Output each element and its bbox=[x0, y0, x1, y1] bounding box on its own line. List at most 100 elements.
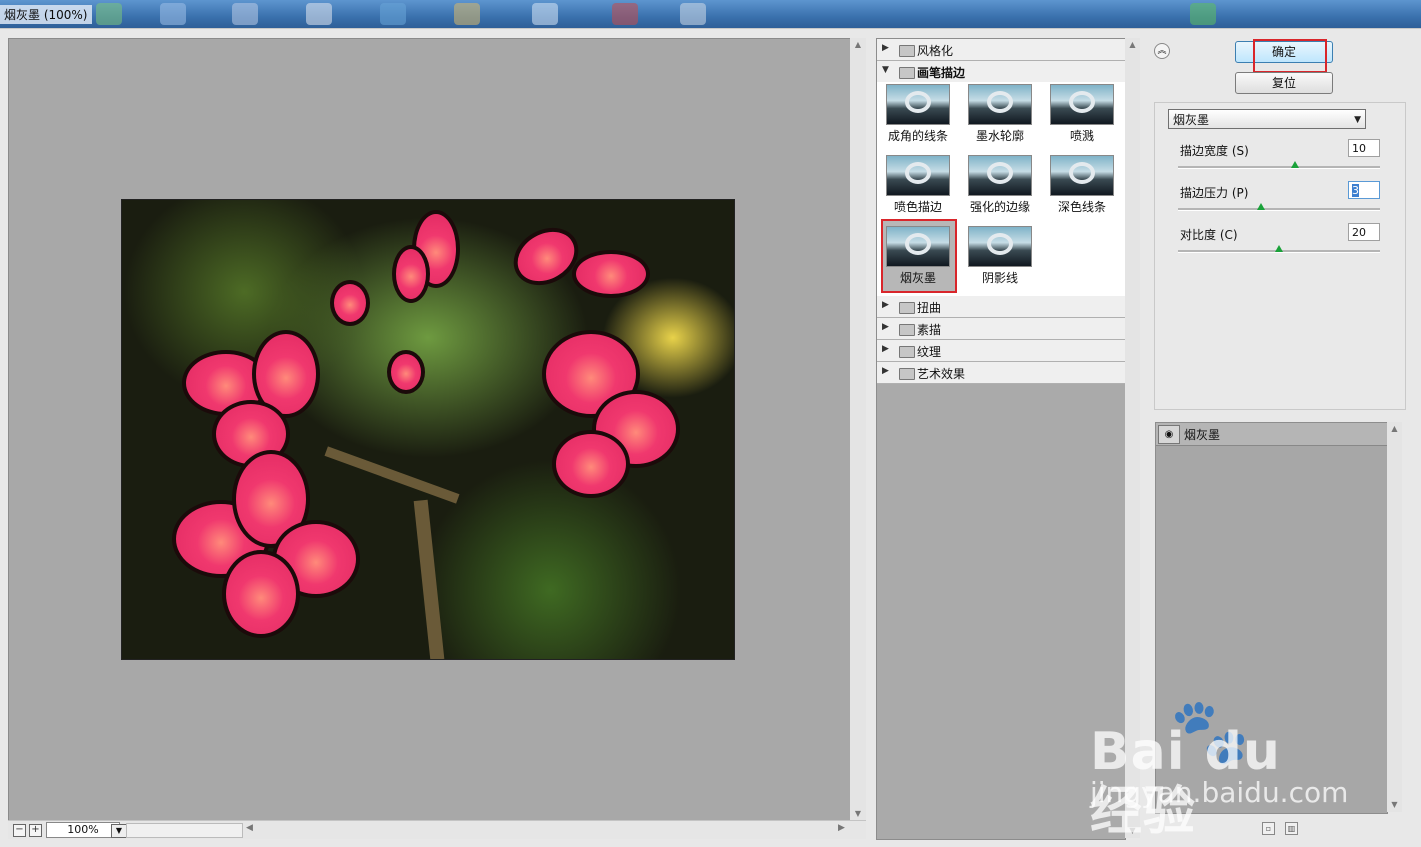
reset-button[interactable]: 复位 bbox=[1235, 72, 1333, 94]
scroll-down-icon[interactable]: ▼ bbox=[1387, 798, 1402, 812]
slider-knob-icon[interactable] bbox=[1256, 203, 1265, 210]
category-artistic[interactable]: ▶ 艺术效果 bbox=[877, 362, 1125, 384]
scroll-up-icon[interactable]: ▲ bbox=[850, 38, 866, 52]
scroll-down-icon[interactable]: ▼ bbox=[850, 807, 866, 821]
filter-thumb-angled-strokes[interactable]: 成角的线条 bbox=[886, 84, 950, 154]
contrast-label: 对比度 (C) bbox=[1180, 228, 1238, 242]
taskbar-icon bbox=[680, 3, 706, 25]
expand-arrow-icon[interactable]: ▶ bbox=[882, 300, 889, 310]
expand-arrow-icon[interactable]: ▶ bbox=[882, 43, 889, 53]
folder-open-icon bbox=[899, 67, 915, 79]
filter-preview-image bbox=[886, 84, 950, 125]
filter-thumb-label: 深色线条 bbox=[1057, 200, 1106, 214]
flower-bud bbox=[330, 280, 370, 326]
scroll-left-icon[interactable]: ◀ bbox=[246, 823, 253, 833]
watermark-url: jingyan.baidu.com bbox=[1090, 776, 1349, 809]
expand-arrow-icon[interactable]: ▶ bbox=[882, 366, 889, 376]
scroll-right-icon[interactable]: ▶ bbox=[838, 823, 845, 833]
folder-icon bbox=[899, 45, 915, 57]
effect-layer-row[interactable]: ◉ 烟灰墨 bbox=[1156, 423, 1387, 446]
taskbar-icon bbox=[160, 3, 186, 25]
category-brush-strokes[interactable]: ▼ 画笔描边 bbox=[877, 61, 1125, 83]
folder-icon bbox=[899, 302, 915, 314]
taskbar-icon bbox=[532, 3, 558, 25]
flower-stem bbox=[413, 499, 445, 659]
zoom-out-button[interactable]: − bbox=[13, 824, 26, 837]
category-label: 扭曲 bbox=[917, 301, 942, 315]
slider-knob-icon[interactable] bbox=[1275, 245, 1283, 252]
filter-thumbnails: 成角的线条 墨水轮廓 喷溅 喷色描边 强化的边缘 深色线条 烟灰墨 阴影线 bbox=[877, 82, 1125, 296]
stroke-pressure-slider[interactable] bbox=[1178, 203, 1380, 211]
filter-preview-image bbox=[968, 84, 1032, 125]
folder-icon bbox=[899, 324, 915, 336]
category-texture[interactable]: ▶ 纹理 bbox=[877, 340, 1125, 362]
ok-button[interactable]: 确定 bbox=[1235, 41, 1333, 63]
preview-horizontal-scrollbar[interactable] bbox=[126, 823, 243, 838]
filter-thumb-label: 喷色描边 bbox=[893, 200, 942, 214]
filter-thumb-sumi-e[interactable]: 烟灰墨 bbox=[886, 226, 950, 296]
scroll-up-icon[interactable]: ▲ bbox=[1387, 422, 1402, 436]
taskbar-icon bbox=[1190, 3, 1216, 25]
category-label: 风格化 bbox=[917, 44, 954, 58]
category-stylize[interactable]: ▶ 风格化 bbox=[877, 39, 1125, 61]
filter-preview-image bbox=[886, 155, 950, 196]
scroll-up-icon[interactable]: ▲ bbox=[1125, 38, 1140, 52]
contrast-slider[interactable] bbox=[1178, 245, 1380, 253]
layers-scrollbar[interactable]: ▲ ▼ bbox=[1387, 422, 1402, 812]
taskbar-icon bbox=[306, 3, 332, 25]
zoom-level-field[interactable]: 100% bbox=[46, 822, 120, 838]
filter-preview-image bbox=[886, 226, 950, 267]
flower-petal bbox=[222, 550, 300, 638]
filter-thumb-label: 强化的边缘 bbox=[969, 200, 1030, 214]
flower-petal bbox=[552, 430, 630, 498]
window-titlebar: 烟灰墨 (100%) bbox=[0, 0, 1421, 28]
filter-preview-image bbox=[1050, 84, 1114, 125]
stroke-width-input[interactable]: 10 bbox=[1348, 139, 1380, 157]
filter-thumb-accented-edges[interactable]: 强化的边缘 bbox=[968, 155, 1032, 225]
effect-layer-label: 烟灰墨 bbox=[1184, 428, 1221, 442]
expand-arrow-icon[interactable]: ▶ bbox=[882, 344, 889, 354]
category-distort[interactable]: ▶ 扭曲 bbox=[877, 296, 1125, 318]
category-label: 艺术效果 bbox=[917, 367, 966, 381]
filter-thumb-label: 烟灰墨 bbox=[899, 271, 936, 285]
taskbar-icon bbox=[612, 3, 638, 25]
preview-vertical-scrollbar[interactable]: ▲ ▼ bbox=[850, 38, 866, 821]
flower-petal bbox=[572, 250, 650, 298]
contrast-input[interactable]: 20 bbox=[1348, 223, 1380, 241]
flower-bud bbox=[392, 245, 430, 303]
preview-image bbox=[121, 199, 735, 660]
filter-thumb-label: 喷溅 bbox=[1069, 129, 1094, 143]
expand-arrow-icon[interactable]: ▶ bbox=[882, 322, 889, 332]
stroke-pressure-input[interactable]: 3 bbox=[1348, 181, 1380, 199]
filter-thumb-dark-strokes[interactable]: 深色线条 bbox=[1050, 155, 1114, 225]
filter-gallery-list: ▶ 风格化 ▼ 画笔描边 成角的线条 墨水轮廓 喷溅 喷色描边 强化的边缘 深色… bbox=[876, 38, 1126, 840]
filter-select-dropdown[interactable]: 烟灰墨 ▼ bbox=[1168, 109, 1366, 129]
filter-thumb-label: 墨水轮廓 bbox=[975, 129, 1024, 143]
filter-thumb-spatter[interactable]: 喷溅 bbox=[1050, 84, 1114, 154]
filter-thumb-sprayed-strokes[interactable]: 喷色描边 bbox=[886, 155, 950, 225]
eye-visibility-icon[interactable]: ◉ bbox=[1158, 425, 1180, 444]
slider-knob-icon[interactable] bbox=[1291, 161, 1300, 168]
collapse-gallery-icon[interactable]: ︽ bbox=[1154, 43, 1170, 59]
zoom-in-button[interactable]: + bbox=[29, 824, 42, 837]
collapse-arrow-icon[interactable]: ▼ bbox=[882, 65, 889, 75]
filter-thumb-crosshatch[interactable]: 阴影线 bbox=[968, 226, 1032, 296]
stroke-width-slider[interactable] bbox=[1178, 161, 1380, 169]
category-label: 素描 bbox=[917, 323, 942, 337]
filter-thumb-ink-outlines[interactable]: 墨水轮廓 bbox=[968, 84, 1032, 154]
zoom-dropdown-icon[interactable]: ▼ bbox=[111, 824, 127, 838]
flower-stem bbox=[324, 446, 460, 504]
stroke-pressure-value: 3 bbox=[1352, 184, 1359, 197]
taskbar-icon bbox=[96, 3, 122, 25]
baidu-watermark: 🐾 Bai du 经验 jingyan.baidu.com bbox=[1090, 690, 1350, 842]
stroke-pressure-label: 描边压力 (P) bbox=[1180, 186, 1249, 200]
flower-bud bbox=[387, 350, 425, 394]
taskbar-icon bbox=[454, 3, 480, 25]
category-sketch[interactable]: ▶ 素描 bbox=[877, 318, 1125, 340]
category-label: 画笔描边 bbox=[917, 66, 966, 80]
filter-select-value: 烟灰墨 bbox=[1173, 113, 1210, 127]
filter-thumb-label: 成角的线条 bbox=[887, 129, 948, 143]
window-title: 烟灰墨 (100%) bbox=[0, 5, 92, 24]
taskbar-icon bbox=[380, 3, 406, 25]
stroke-width-label: 描边宽度 (S) bbox=[1180, 144, 1249, 158]
